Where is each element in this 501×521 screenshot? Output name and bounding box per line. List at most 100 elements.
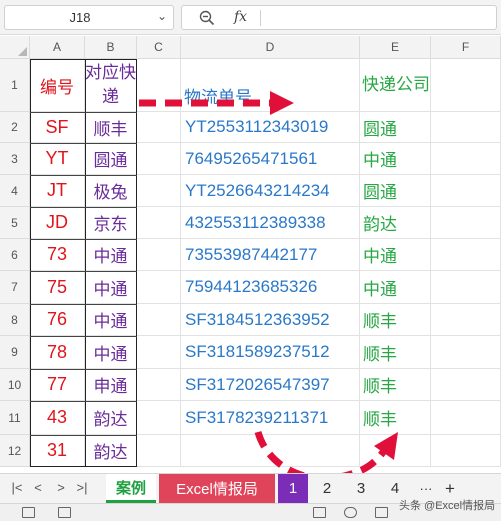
cell-courier[interactable]: 中通	[85, 271, 137, 304]
cell-empty[interactable]	[431, 336, 501, 369]
header-cell-courier[interactable]: 对应快递	[85, 59, 137, 112]
cell-empty[interactable]	[431, 369, 501, 401]
cell-id[interactable]: 31	[30, 435, 85, 467]
cell-empty[interactable]	[137, 401, 181, 435]
last-sheet-button[interactable]: >|	[75, 480, 89, 495]
tab-sheet-3[interactable]: 3	[346, 474, 376, 503]
row-header-11[interactable]: 11	[0, 401, 30, 435]
row-header-4[interactable]: 4	[0, 175, 30, 207]
cell-empty[interactable]	[431, 271, 501, 304]
cell-tracking-number[interactable]: SF3181589237512	[181, 336, 360, 369]
column-header-c[interactable]: C	[137, 36, 181, 59]
cell-empty[interactable]	[137, 112, 181, 143]
row-header-5[interactable]: 5	[0, 207, 30, 239]
cell-tracking-number[interactable]: 73553987442177	[181, 239, 360, 271]
row-header-6[interactable]: 6	[0, 239, 30, 271]
tab-sheet-1[interactable]: 1	[278, 474, 308, 503]
cell-id[interactable]: 75	[30, 271, 85, 304]
cell-courier[interactable]: 圆通	[85, 143, 137, 175]
cell-empty[interactable]	[431, 112, 501, 143]
cell-empty[interactable]	[431, 401, 501, 435]
cell-company[interactable]: 中通	[360, 271, 431, 304]
zoom-icon[interactable]	[198, 9, 216, 27]
cell-tracking-number[interactable]: SF3184512363952	[181, 304, 360, 336]
name-box[interactable]: J18 ⌄	[4, 5, 174, 30]
cell-id[interactable]: JD	[30, 207, 85, 239]
cell-empty[interactable]	[137, 239, 181, 271]
next-sheet-button[interactable]: >	[54, 480, 68, 495]
cell-empty[interactable]	[137, 207, 181, 239]
cell-courier[interactable]: 韵达	[85, 435, 137, 467]
cell-tracking-number[interactable]: 76495265471561	[181, 143, 360, 175]
row-header-2[interactable]: 2	[0, 112, 30, 143]
cell-courier[interactable]: 中通	[85, 304, 137, 336]
column-header-f[interactable]: F	[431, 36, 501, 59]
cell-company[interactable]: 顺丰	[360, 401, 431, 435]
cell-empty[interactable]	[137, 336, 181, 369]
cell-empty[interactable]	[431, 175, 501, 207]
row-header-3[interactable]: 3	[0, 143, 30, 175]
cell-empty[interactable]	[137, 271, 181, 304]
cell-tracking-number[interactable]: 432553112389338	[181, 207, 360, 239]
sheet-view-icon[interactable]	[58, 507, 71, 518]
cell-empty[interactable]	[137, 369, 181, 401]
cell-id[interactable]: YT	[30, 143, 85, 175]
cell-id[interactable]: 73	[30, 239, 85, 271]
column-header-b[interactable]: B	[85, 36, 137, 59]
cell-empty[interactable]	[137, 143, 181, 175]
cell-tracking-number[interactable]: 75944123685326	[181, 271, 360, 304]
cell-tracking-number[interactable]: YT2526643214234	[181, 175, 360, 207]
column-header-d[interactable]: D	[181, 36, 360, 59]
cell-empty[interactable]	[431, 207, 501, 239]
cell-id[interactable]: 77	[30, 369, 85, 401]
column-header-e[interactable]: E	[360, 36, 431, 59]
cell-id[interactable]: JT	[30, 175, 85, 207]
cell-company[interactable]	[360, 435, 431, 467]
cell-tracking-number[interactable]: YT2553112343019	[181, 112, 360, 143]
column-header-a[interactable]: A	[30, 36, 85, 59]
cell-tracking-number[interactable]	[181, 435, 360, 467]
cell-company[interactable]: 中通	[360, 239, 431, 271]
row-header-10[interactable]: 10	[0, 369, 30, 401]
cell-tracking-number[interactable]: SF3178239211371	[181, 401, 360, 435]
cell-company[interactable]: 圆通	[360, 175, 431, 207]
chevron-down-icon[interactable]: ⌄	[157, 9, 167, 23]
row-header-7[interactable]: 7	[0, 271, 30, 304]
cell-courier[interactable]: 申通	[85, 369, 137, 401]
cell-courier[interactable]: 京东	[85, 207, 137, 239]
cell-company[interactable]: 中通	[360, 143, 431, 175]
first-sheet-button[interactable]: |<	[10, 480, 24, 495]
tab-sheet-2[interactable]: 2	[312, 474, 342, 503]
fx-icon[interactable]: fx	[234, 9, 247, 25]
cell-courier[interactable]: 韵达	[85, 401, 137, 435]
cell-tracking-number[interactable]: SF3172026547397	[181, 369, 360, 401]
cell-empty[interactable]	[137, 175, 181, 207]
cell-company[interactable]: 顺丰	[360, 369, 431, 401]
cell-company[interactable]: 顺丰	[360, 336, 431, 369]
cell-courier[interactable]: 中通	[85, 336, 137, 369]
cell-courier[interactable]: 中通	[85, 239, 137, 271]
cell-company[interactable]: 顺丰	[360, 304, 431, 336]
header-cell-id[interactable]: 编号	[30, 59, 85, 112]
cell-company[interactable]: 圆通	[360, 112, 431, 143]
cell-id[interactable]: 78	[30, 336, 85, 369]
header-cell-tracking[interactable]: 物流单号	[181, 59, 360, 112]
cell-company[interactable]: 韵达	[360, 207, 431, 239]
cell-courier[interactable]: 极兔	[85, 175, 137, 207]
read-mode-icon[interactable]	[344, 507, 357, 518]
normal-view-icon[interactable]	[313, 507, 326, 518]
cell-courier[interactable]: 顺丰	[85, 112, 137, 143]
macro-icon[interactable]	[22, 507, 35, 518]
cell-id[interactable]: SF	[30, 112, 85, 143]
cell-empty[interactable]	[431, 435, 501, 467]
prev-sheet-button[interactable]: <	[31, 480, 45, 495]
formula-input[interactable]: fx	[181, 5, 497, 30]
cell-empty[interactable]	[431, 239, 501, 271]
tab-sheet-case[interactable]: 案例	[106, 474, 156, 503]
cell-c1[interactable]	[137, 59, 181, 112]
cell-id[interactable]: 43	[30, 401, 85, 435]
cell-empty[interactable]	[431, 143, 501, 175]
row-header-8[interactable]: 8	[0, 304, 30, 336]
page-layout-icon[interactable]	[375, 507, 388, 518]
row-header-9[interactable]: 9	[0, 336, 30, 369]
